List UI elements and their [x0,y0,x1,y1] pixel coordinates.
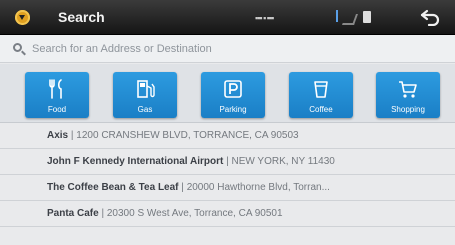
category-label: Food [47,105,67,114]
menu-dropdown-icon[interactable] [15,10,30,25]
result-text: Axis | 1200 CRANSHEW BLVD, TORRANCE, CA … [47,130,299,141]
result-name: The Coffee Bean & Tea Leaf [47,182,179,193]
gas-pump-icon [134,78,156,100]
category-label: Shopping [391,105,425,114]
fork-knife-icon [46,78,68,100]
search-bar [0,35,455,63]
page-title: Search [58,9,105,25]
category-shopping-button[interactable]: Shopping [376,72,440,118]
bluetooth-icon [330,10,338,22]
category-label: Parking [219,105,247,114]
back-button[interactable] [418,8,442,27]
shopping-cart-icon [397,78,419,100]
category-label: Gas [137,105,153,114]
result-name: Panta Cafe [47,208,99,219]
category-food-button[interactable]: Food [25,72,89,118]
search-input[interactable] [32,40,432,58]
search-screen: Search ▪▪▪ ▪ ▪▪▪ Food Gas [0,0,455,245]
category-label: Coffee [309,105,333,114]
status-icons [330,10,380,25]
result-address: 20000 Hawthorne Blvd, Torran... [186,182,330,193]
category-gas-button[interactable]: Gas [113,72,177,118]
top-bar: Search ▪▪▪ ▪ ▪▪▪ [0,0,455,35]
search-icon [13,43,22,52]
signal-icon [341,14,359,25]
result-item[interactable]: Axis | 1200 CRANSHEW BLVD, TORRANCE, CA … [0,123,455,149]
result-item[interactable]: The Coffee Bean & Tea Leaf | 20000 Hawth… [0,175,455,201]
result-address: NEW YORK, NY 11430 [231,156,335,167]
parking-icon [222,78,244,100]
result-address: 20300 S West Ave, Torrance, CA 90501 [106,208,283,219]
result-address: 1200 CRANSHEW BLVD, TORRANCE, CA 90503 [76,130,299,141]
category-bar: Food Gas Parking Coffee Shopping [0,64,455,123]
coffee-cup-icon [310,78,332,100]
reception-indicator-icon: ▪▪▪ ▪ ▪▪▪ [255,13,274,23]
result-name: Axis [47,130,69,141]
result-text: The Coffee Bean & Tea Leaf | 20000 Hawth… [47,182,330,193]
result-name: John F Kennedy International Airport [47,156,224,167]
battery-icon [363,11,371,23]
result-text: John F Kennedy International Airport | N… [47,156,335,167]
category-coffee-button[interactable]: Coffee [289,72,353,118]
result-text: Panta Cafe | 20300 S West Ave, Torrance,… [47,208,283,219]
back-arrow-icon [420,9,440,27]
result-item[interactable]: John F Kennedy International Airport | N… [0,149,455,175]
result-item[interactable]: Panta Cafe | 20300 S West Ave, Torrance,… [0,201,455,227]
category-parking-button[interactable]: Parking [201,72,265,118]
